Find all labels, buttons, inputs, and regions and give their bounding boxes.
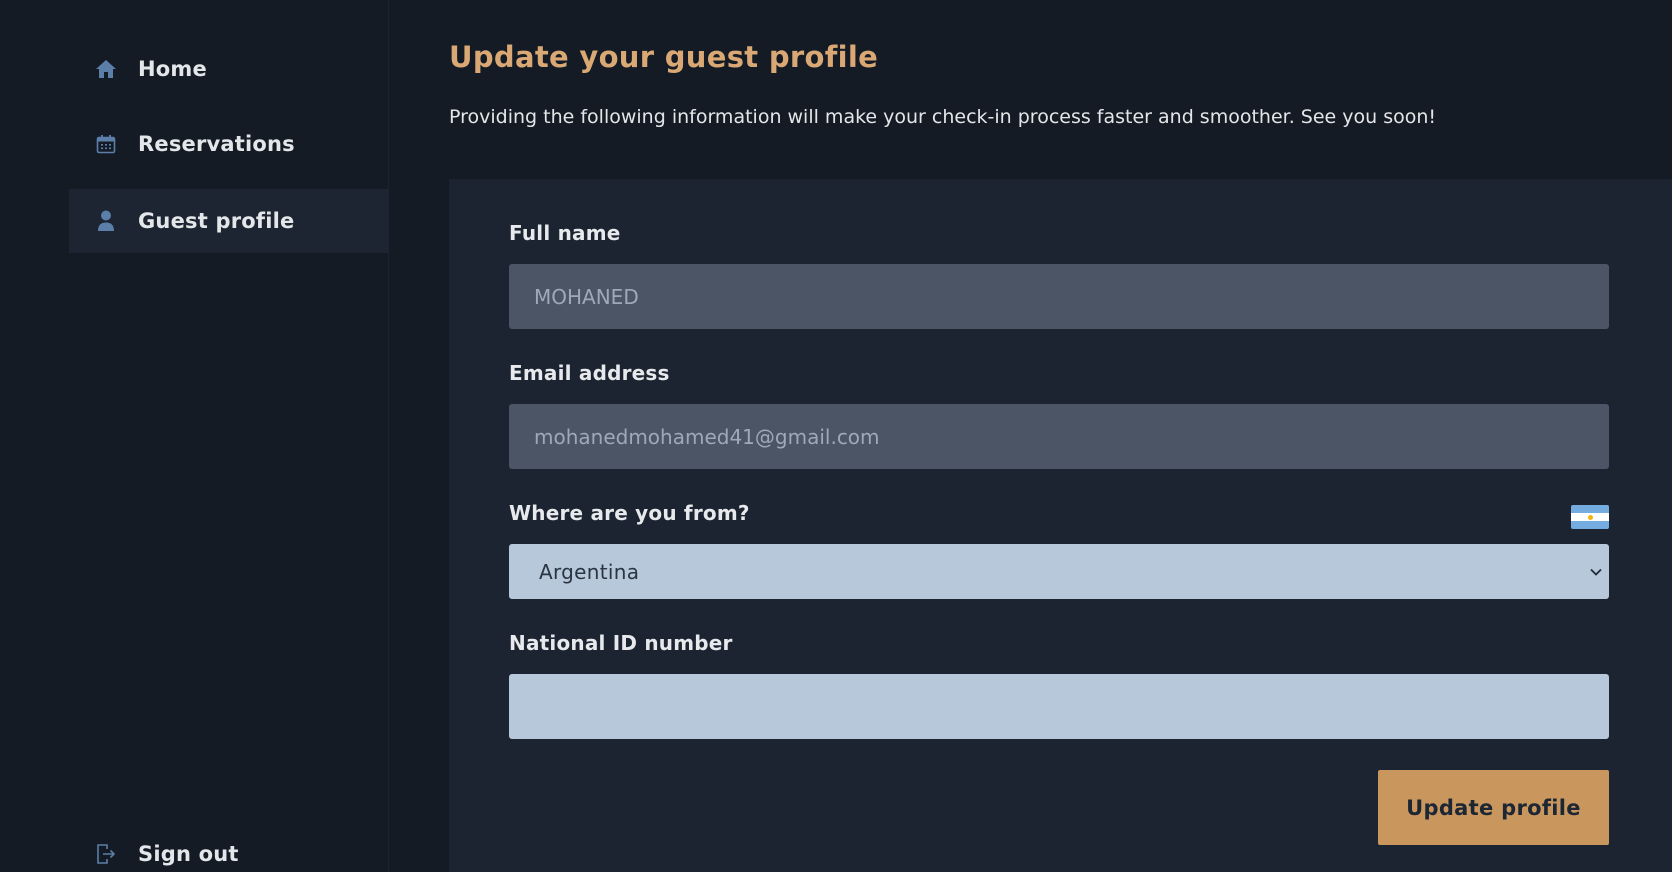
full-name-label: Full name [509, 221, 621, 245]
email-label: Email address [509, 361, 670, 385]
email-input[interactable] [509, 404, 1609, 469]
app-root: Home Reservations Guest profile Sign out… [0, 0, 1672, 872]
sidebar-item-label: Guest profile [138, 209, 295, 233]
national-id-label: National ID number [509, 631, 733, 655]
sign-out-button[interactable]: Sign out [69, 822, 389, 872]
country-select[interactable]: Argentina [509, 544, 1609, 599]
home-icon [95, 58, 117, 80]
calendar-icon [95, 133, 117, 155]
chevron-down-icon [1589, 565, 1603, 579]
country-select-value: Argentina [539, 559, 640, 584]
national-id-input[interactable] [509, 674, 1609, 739]
sign-out-icon [95, 843, 117, 865]
sidebar-item-label: Reservations [138, 132, 295, 156]
sidebar-item-home[interactable]: Home [69, 37, 389, 101]
sidebar-item-guest-profile[interactable]: Guest profile [69, 189, 389, 253]
profile-form: Full name Email address Where are you fr… [449, 179, 1672, 872]
sidebar-item-reservations[interactable]: Reservations [69, 112, 389, 176]
country-label: Where are you from? [509, 501, 750, 525]
update-profile-button[interactable]: Update profile [1378, 770, 1609, 845]
user-icon [95, 210, 117, 232]
page-subtitle: Providing the following information will… [449, 106, 1437, 128]
sidebar: Home Reservations Guest profile Sign out [0, 0, 389, 872]
main-content: Update your guest profile Providing the … [449, 0, 1672, 872]
sign-out-label: Sign out [138, 842, 239, 866]
page-title: Update your guest profile [449, 40, 879, 74]
full-name-input[interactable] [509, 264, 1609, 329]
sidebar-item-label: Home [138, 57, 207, 81]
argentina-flag-icon [1571, 505, 1609, 529]
